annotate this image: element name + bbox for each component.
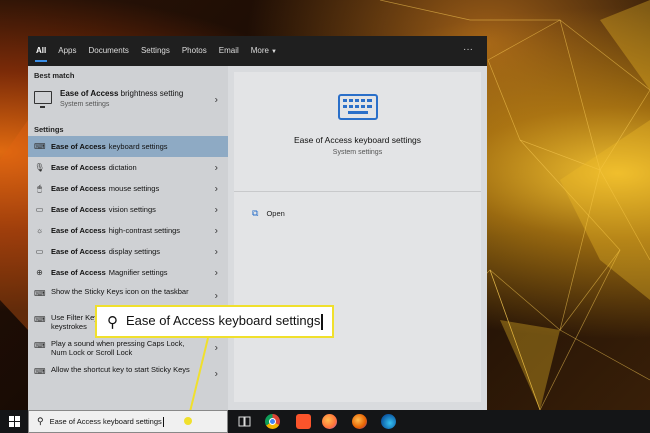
callout-label: Ease of Access keyboard settings — [126, 313, 321, 329]
windows-start-icon[interactable] — [9, 416, 20, 427]
callout-text: Ease of Access keyboard settings — [126, 313, 323, 330]
callout-anchor-dot — [184, 417, 192, 425]
search-value: Ease of Access keyboard settings — [49, 417, 162, 426]
search-callout: ⚲ Ease of Access keyboard settings — [95, 305, 334, 338]
text-cursor — [162, 416, 164, 427]
firefox-dev-icon[interactable] — [352, 414, 367, 429]
taskbar: ⚲ Ease of Access keyboard settings — [0, 410, 650, 433]
task-view-icon[interactable] — [237, 414, 252, 429]
edge-icon[interactable] — [381, 414, 396, 429]
taskbar-search-input[interactable]: ⚲ Ease of Access keyboard settings — [28, 410, 228, 433]
brave-icon[interactable] — [296, 414, 311, 429]
chrome-icon[interactable] — [265, 414, 280, 429]
search-icon: ⚲ — [37, 416, 44, 426]
search-icon: ⚲ — [107, 313, 118, 331]
text-cursor — [321, 313, 323, 330]
firefox-icon[interactable] — [322, 414, 337, 429]
callout-pointer — [187, 337, 209, 421]
